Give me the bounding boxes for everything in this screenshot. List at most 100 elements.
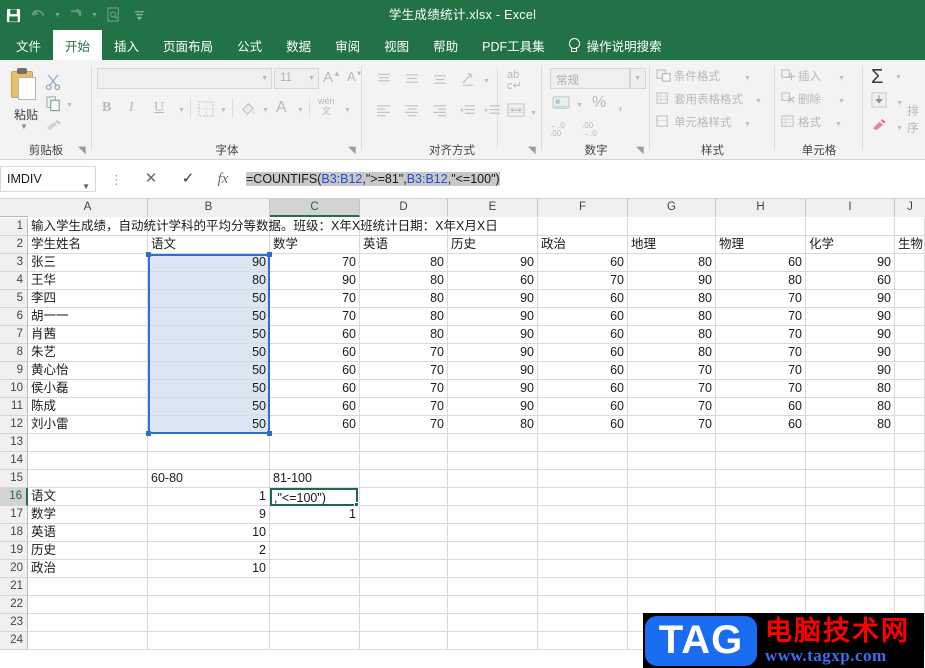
cell-A21[interactable] (28, 578, 148, 596)
column-header-H[interactable]: H (716, 199, 806, 217)
cell-F3[interactable]: 60 (538, 254, 628, 272)
cell-C11[interactable]: 60 (270, 398, 360, 416)
cell-C13[interactable] (270, 434, 360, 452)
row-header-23[interactable]: 23 (0, 614, 28, 632)
cell-J21[interactable] (895, 578, 925, 596)
cell-E5[interactable]: 90 (448, 290, 538, 308)
format-as-table-label[interactable]: 套用表格格式 (674, 91, 743, 107)
cut-icon[interactable] (45, 74, 62, 94)
redo-dropdown-icon[interactable]: ▼ (89, 0, 100, 30)
cell-G11[interactable]: 70 (628, 398, 716, 416)
cell-C21[interactable] (270, 578, 360, 596)
paste-dropdown-icon[interactable]: ▼ (20, 122, 28, 131)
cell-F14[interactable] (538, 452, 628, 470)
cell-D9[interactable]: 70 (360, 362, 448, 380)
cell-F20[interactable] (538, 560, 628, 578)
wrap-text-icon[interactable]: ab c↵ (507, 70, 522, 92)
borders-icon[interactable] (198, 101, 214, 120)
cell-C8[interactable]: 60 (270, 344, 360, 362)
autosum-dropdown-icon[interactable]: ▼ (895, 74, 902, 81)
cell-styles-dropdown-icon[interactable]: ▼ (744, 121, 751, 128)
row-header-12[interactable]: 12 (0, 416, 28, 434)
font-name-dropdown-icon[interactable]: ▼ (261, 75, 268, 82)
cell-A8[interactable]: 朱艺 (28, 344, 148, 362)
cell-G17[interactable] (628, 506, 716, 524)
row-header-8[interactable]: 8 (0, 344, 28, 362)
cell-H12[interactable]: 60 (716, 416, 806, 434)
cell-A20[interactable]: 政治 (28, 560, 148, 578)
column-header-C[interactable]: C (270, 199, 360, 217)
cell-B24[interactable] (148, 632, 270, 650)
conditional-formatting-dropdown-icon[interactable]: ▼ (744, 75, 751, 82)
cell-D24[interactable] (360, 632, 448, 650)
cell-I13[interactable] (806, 434, 895, 452)
delete-dropdown-icon[interactable]: ▼ (838, 98, 845, 105)
cell-D18[interactable] (360, 524, 448, 542)
cell-E22[interactable] (448, 596, 538, 614)
number-format-select[interactable]: 常规 (550, 68, 630, 89)
cell-I7[interactable]: 90 (806, 326, 895, 344)
cell-C23[interactable] (270, 614, 360, 632)
cell-I19[interactable] (806, 542, 895, 560)
clear-icon[interactable] (871, 118, 887, 136)
fill-color-dropdown-icon[interactable]: ▼ (262, 107, 269, 114)
row-header-15[interactable]: 15 (0, 470, 28, 488)
cell-A7[interactable]: 肖茜 (28, 326, 148, 344)
row-header-9[interactable]: 9 (0, 362, 28, 380)
spreadsheet-grid[interactable]: A B C D E F G H I J 1 2 3 4 5 6 7 8 9 10 11 12 13 14 1… (0, 199, 925, 668)
cell-J14[interactable] (895, 452, 925, 470)
cell-G12[interactable]: 70 (628, 416, 716, 434)
row-header-11[interactable]: 11 (0, 398, 28, 416)
tab-help[interactable]: 帮助 (421, 30, 470, 60)
cell-A5[interactable]: 李四 (28, 290, 148, 308)
cell-C10[interactable]: 60 (270, 380, 360, 398)
cell-I6[interactable]: 90 (806, 308, 895, 326)
cell-A23[interactable] (28, 614, 148, 632)
cell-F2[interactable]: 政治 (538, 236, 628, 254)
align-bottom-icon[interactable] (432, 72, 448, 89)
cell-F23[interactable] (538, 614, 628, 632)
cell-J11[interactable] (895, 398, 925, 416)
cell-C12[interactable]: 60 (270, 416, 360, 434)
alignment-dialog-launcher[interactable]: ◥ (528, 145, 539, 156)
row-header-13[interactable]: 13 (0, 434, 28, 452)
cell-F4[interactable]: 70 (538, 272, 628, 290)
fill-down-icon[interactable] (871, 92, 887, 111)
cell-E23[interactable] (448, 614, 538, 632)
cell-C4[interactable]: 90 (270, 272, 360, 290)
cell-D13[interactable] (360, 434, 448, 452)
cell-C3[interactable]: 70 (270, 254, 360, 272)
row-header-22[interactable]: 22 (0, 596, 28, 614)
cell-G22[interactable] (628, 596, 716, 614)
cell-D6[interactable]: 80 (360, 308, 448, 326)
cell-F6[interactable]: 60 (538, 308, 628, 326)
cell-G4[interactable]: 90 (628, 272, 716, 290)
row-header-3[interactable]: 3 (0, 254, 28, 272)
font-color-icon[interactable]: A (276, 99, 287, 117)
cell-F12[interactable]: 60 (538, 416, 628, 434)
delete-cells-icon[interactable] (781, 92, 795, 109)
cell-B9[interactable]: 50 (148, 362, 270, 380)
cell-H17[interactable] (716, 506, 806, 524)
cell-B6[interactable]: 50 (148, 308, 270, 326)
tab-insert[interactable]: 插入 (102, 30, 151, 60)
cell-C14[interactable] (270, 452, 360, 470)
cell-I5[interactable]: 90 (806, 290, 895, 308)
cell-E17[interactable] (448, 506, 538, 524)
borders-dropdown-icon[interactable]: ▼ (220, 107, 227, 114)
decrease-indent-icon[interactable] (459, 104, 476, 120)
cell-F7[interactable]: 60 (538, 326, 628, 344)
insert-cells-label[interactable]: 插入 (798, 68, 821, 84)
save-icon[interactable] (0, 0, 26, 30)
cell-C22[interactable] (270, 596, 360, 614)
tab-home[interactable]: 开始 (53, 30, 103, 60)
format-as-table-icon[interactable] (656, 92, 671, 109)
cell-B12[interactable]: 50 (148, 416, 270, 434)
cell-A4[interactable]: 王华 (28, 272, 148, 290)
cell-C15[interactable]: 81-100 (270, 470, 360, 488)
cell-A9[interactable]: 黄心怡 (28, 362, 148, 380)
format-painter-icon[interactable] (45, 118, 62, 137)
cell-H15[interactable] (716, 470, 806, 488)
cell-G5[interactable]: 80 (628, 290, 716, 308)
cell-F24[interactable] (538, 632, 628, 650)
